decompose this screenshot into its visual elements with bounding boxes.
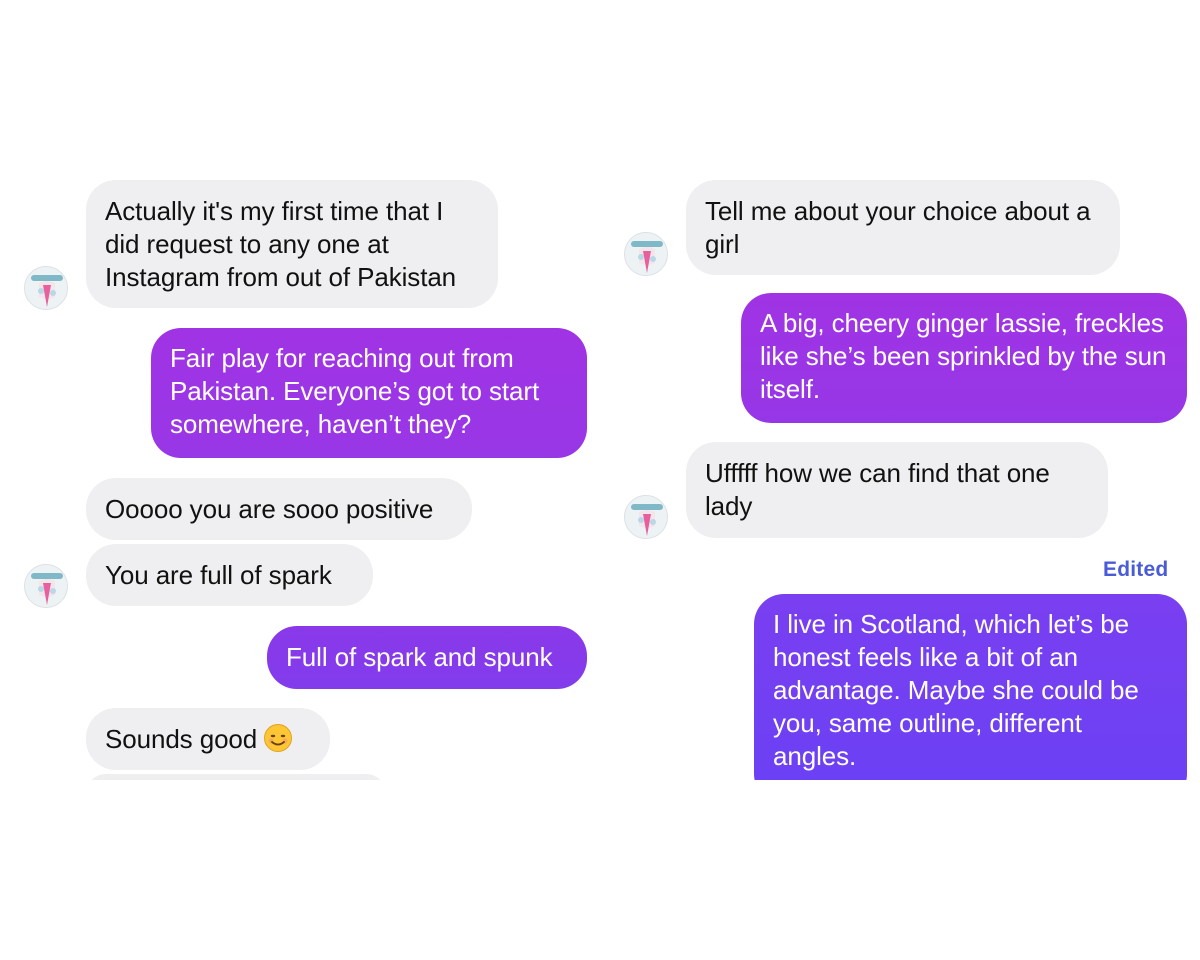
profile-avatar-icon xyxy=(25,565,67,607)
profile-avatar-icon xyxy=(625,496,667,538)
right-chat-panel: Tell me about your choice about a girl A… xyxy=(600,180,1200,780)
smiling-face-icon xyxy=(263,723,293,753)
profile-avatar-icon xyxy=(625,233,667,275)
left-chat-panel: Actually it's my first time that I did r… xyxy=(0,180,600,780)
profile-avatar-icon xyxy=(25,267,67,309)
outgoing-message[interactable]: Fair play for reaching out from Pakistan… xyxy=(151,328,587,458)
outgoing-message[interactable]: I live in Scotland, which let’s be hones… xyxy=(754,594,1187,780)
outgoing-message[interactable]: A big, cheery ginger lassie, freckles li… xyxy=(741,293,1187,423)
outgoing-message[interactable]: Full of spark and spunk xyxy=(267,626,587,689)
avatar[interactable] xyxy=(24,266,68,310)
incoming-message[interactable]: Actually it's my first time that I did r… xyxy=(86,180,498,308)
avatar[interactable] xyxy=(24,564,68,608)
avatar[interactable] xyxy=(624,232,668,276)
message-text: Sounds good xyxy=(105,724,258,754)
avatar[interactable] xyxy=(624,495,668,539)
incoming-message[interactable]: You are full of spark xyxy=(86,544,373,606)
incoming-message-partial[interactable] xyxy=(86,774,386,780)
incoming-message[interactable]: Sounds good xyxy=(86,708,330,770)
incoming-message[interactable]: Tell me about your choice about a girl xyxy=(686,180,1120,275)
incoming-message[interactable]: Ufffff how we can find that one lady xyxy=(686,442,1108,538)
edited-label: Edited xyxy=(1103,558,1169,581)
incoming-message[interactable]: Ooooo you are sooo positive xyxy=(86,478,472,540)
